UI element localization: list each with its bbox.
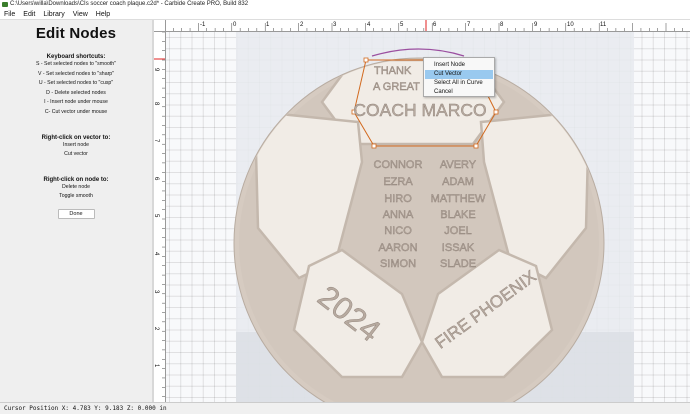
node-handle[interactable] (473, 143, 479, 149)
status-bar: Cursor Position X: 4.783 Y: 9.183 Z: 0.0… (0, 402, 690, 414)
window-title: C:\Users\willa\Downloads\CIs soccer coac… (10, 1, 249, 7)
context-item-insert-node[interactable]: Insert Node (425, 61, 493, 70)
ruler-corner (154, 20, 166, 32)
menu-help[interactable]: Help (92, 9, 114, 20)
vector-action-line: Cut vector (64, 151, 88, 158)
name-right: ISSAK (442, 242, 475, 254)
ruler-label: 9 (534, 22, 538, 28)
name-left: NICO (384, 225, 412, 237)
done-button[interactable]: Done (57, 208, 95, 219)
ruler-label: 10 (567, 22, 574, 28)
vector-action-line: Insert node (63, 141, 89, 148)
ruler-label: 6 (433, 22, 437, 28)
ruler-label: 4 (367, 22, 371, 28)
name-right: JOEL (444, 225, 472, 237)
shortcut-line: C- Cut vector under mouse (44, 108, 108, 115)
context-menu: Insert Node Cut Vector Select All in Cur… (423, 57, 495, 97)
menu-bar: File Edit Library View Help (0, 9, 690, 20)
node-handle[interactable] (363, 57, 369, 63)
name-right: ADAM (442, 176, 474, 188)
ruler-label: 1 (266, 22, 270, 28)
context-item-cancel[interactable]: Cancel (425, 88, 493, 97)
menu-edit[interactable]: Edit (19, 9, 39, 20)
left-ruler: 9 8 7 6 5 4 3 2 1 (154, 32, 166, 402)
shortcut-line: I - Insert node under mouse (44, 99, 108, 106)
name-left: HIRO (384, 193, 412, 205)
node-action-line: Delete node (62, 183, 90, 190)
ruler-label: 3 (154, 290, 159, 294)
shortcut-line: S - Set selected nodes to "smooth" (35, 61, 117, 67)
design-text-thank: THANK (374, 65, 412, 77)
shortcut-line: U - Set selected nodes to "cusp" (38, 80, 114, 87)
ruler-label: 4 (154, 252, 159, 256)
top-ruler: -1 0 1 2 3 4 5 6 7 8 9 10 11 (154, 20, 690, 32)
design-text-coach: COACH MARCO (353, 100, 486, 120)
shortcut-line: D - Delete selected nodes (46, 89, 106, 96)
name-right: BLAKE (440, 209, 475, 221)
ruler-label: 7 (467, 22, 471, 28)
app-icon (2, 2, 8, 7)
node-action-line: Toggle smooth (59, 193, 93, 200)
name-left: AARON (378, 242, 417, 254)
name-right: MATTHEW (431, 193, 486, 205)
name-left: EZRA (383, 176, 413, 188)
ruler-label: -1 (200, 22, 206, 28)
ruler-label: 9 (154, 68, 159, 72)
ruler-label: 3 (333, 22, 337, 28)
node-handle[interactable] (371, 143, 377, 149)
menu-file[interactable]: File (0, 9, 19, 20)
node-handle[interactable] (493, 109, 499, 115)
name-left: ANNA (383, 209, 414, 221)
ruler-label: 7 (154, 139, 159, 143)
design-text-great: A GREAT (373, 81, 420, 93)
ruler-label: 1 (154, 364, 159, 368)
ruler-label: 6 (154, 177, 159, 181)
name-left: SIMON (380, 258, 416, 270)
menu-view[interactable]: View (69, 9, 92, 20)
ruler-label: 8 (154, 102, 159, 106)
shortcut-line: V - Set selected nodes to "sharp" (37, 70, 115, 77)
ruler-label: 2 (154, 327, 159, 331)
panel-title: Edit Nodes (35, 25, 117, 42)
menu-library[interactable]: Library (39, 9, 68, 20)
ruler-label: 0 (233, 22, 237, 28)
context-item-select-all[interactable]: Select All in Curve (425, 79, 493, 88)
ruler-label: 5 (400, 22, 404, 28)
ruler-label: 2 (300, 22, 304, 28)
name-right: SLADE (440, 258, 476, 270)
name-left: CONNOR (374, 159, 423, 171)
ruler-label: 8 (500, 22, 504, 28)
context-item-cut-vector[interactable]: Cut Vector (425, 70, 493, 79)
ruler-label: 5 (154, 214, 159, 218)
cursor-position: Cursor Position X: 4.783 Y: 9.183 Z: 0.0… (4, 405, 167, 412)
edit-nodes-panel: Edit Nodes Keyboard shortcuts: S - Set s… (0, 20, 152, 402)
name-right: AVERY (440, 159, 477, 171)
ruler-label: 11 (600, 22, 607, 28)
title-bar: C:\Users\willa\Downloads\CIs soccer coac… (0, 0, 690, 9)
